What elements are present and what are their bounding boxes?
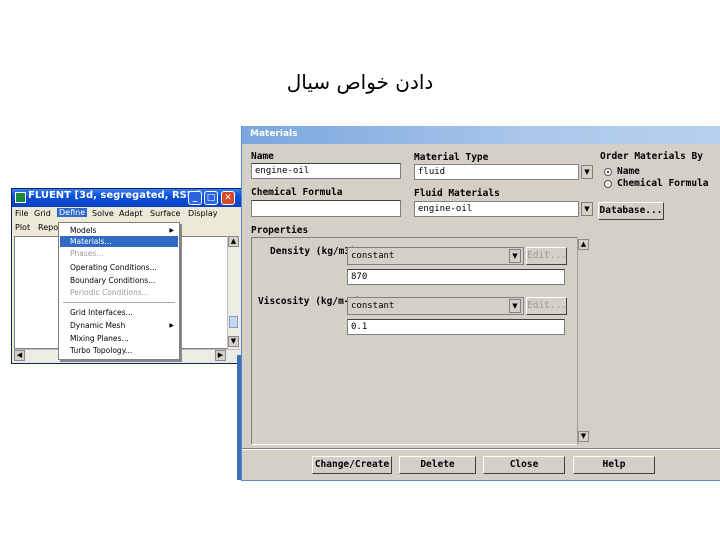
fluid-materials-label: Fluid Materials — [414, 188, 500, 199]
scroll-left-icon[interactable]: ◀ — [14, 350, 25, 361]
menu-item-grid-interfaces[interactable]: Grid Interfaces... — [60, 307, 178, 318]
order-by-name-label: Name — [617, 166, 640, 177]
menu-item-operating-conditions[interactable]: Operating Conditions... — [60, 262, 178, 273]
close-button[interactable]: Close — [483, 456, 565, 474]
maximize-button[interactable]: □ — [204, 191, 218, 205]
fluent-window-title: FLUENT [3d, segregated, RSM] — [28, 190, 202, 201]
menu-item-periodic-conditions: Periodic Conditions... — [70, 288, 149, 297]
properties-scrollbar[interactable]: ▲ ▼ — [577, 237, 590, 445]
button-divider — [242, 448, 720, 450]
scroll-down-icon[interactable]: ▼ — [228, 336, 239, 347]
menu-define[interactable]: Define — [57, 208, 88, 217]
fluent-title-bar[interactable]: FLUENT [3d, segregated, RSM] _ □ ✕ — [12, 189, 242, 207]
menu-item-models[interactable]: Models ▶ — [60, 225, 178, 236]
materials-dialog: Materials Name engine-oil Chemical Formu… — [241, 126, 720, 481]
scroll-right-icon[interactable]: ▶ — [215, 350, 226, 361]
console-vertical-scrollbar[interactable]: ▲ ▼ — [227, 236, 240, 349]
menu-grid[interactable]: Grid — [34, 209, 51, 218]
change-create-button[interactable]: Change/Create — [312, 456, 392, 474]
order-by-label: Order Materials By — [600, 151, 703, 162]
menu-report[interactable]: Repo — [38, 223, 58, 232]
scroll-up-icon[interactable]: ▲ — [228, 236, 239, 247]
order-by-formula-label: Chemical Formula — [617, 178, 709, 189]
menu-plot[interactable]: Plot — [15, 223, 30, 232]
menu-file[interactable]: File — [15, 209, 28, 218]
close-window-button[interactable]: ✕ — [221, 191, 235, 205]
menu-separator — [63, 302, 175, 304]
menu-item-mixing-planes[interactable]: Mixing Planes... — [60, 333, 178, 344]
chevron-down-icon[interactable]: ▼ — [509, 299, 521, 313]
material-type-label: Material Type — [414, 152, 489, 163]
chemical-formula-field[interactable] — [251, 200, 401, 217]
chevron-down-icon[interactable]: ▼ — [509, 249, 521, 263]
scroll-up-icon[interactable]: ▲ — [578, 239, 589, 250]
menu-surface[interactable]: Surface — [150, 209, 180, 218]
chevron-down-icon[interactable]: ▼ — [581, 202, 593, 216]
name-field[interactable]: engine-oil — [251, 163, 401, 179]
chemical-formula-label: Chemical Formula — [251, 187, 343, 198]
minimize-button[interactable]: _ — [188, 191, 202, 205]
materials-title-bar[interactable]: Materials — [242, 126, 720, 144]
material-type-select[interactable]: fluid — [414, 164, 579, 180]
menu-item-boundary-conditions[interactable]: Boundary Conditions... — [60, 275, 178, 286]
help-button[interactable]: Help — [573, 456, 655, 474]
order-by-name-radio[interactable] — [604, 168, 612, 176]
slide-title: دادن خواص سيال — [286, 70, 434, 94]
viscosity-edit-button: Edit... — [526, 297, 567, 315]
properties-label: Properties — [251, 225, 309, 236]
menu-item-dynamic-mesh[interactable]: Dynamic Mesh ▶ — [60, 320, 178, 331]
menu-adapt[interactable]: Adapt — [119, 209, 143, 218]
fluent-menubar: File Grid Define Solve Adapt Surface Dis… — [12, 207, 242, 221]
scroll-thumb[interactable] — [229, 316, 238, 328]
submenu-arrow-icon: ▶ — [169, 227, 174, 234]
viscosity-method-select[interactable]: constant — [347, 297, 524, 315]
viscosity-value-field[interactable]: 0.1 — [347, 319, 565, 335]
delete-button[interactable]: Delete — [399, 456, 476, 474]
menu-item-materials[interactable]: Materials... — [60, 236, 178, 247]
submenu-arrow-icon: ▶ — [169, 322, 174, 329]
fluid-materials-select[interactable]: engine-oil — [414, 201, 579, 217]
density-label: Density (kg/m3) — [270, 246, 356, 257]
name-label: Name — [251, 151, 274, 162]
density-method-select[interactable]: constant — [347, 247, 524, 265]
database-button[interactable]: Database... — [598, 202, 664, 220]
menu-solve[interactable]: Solve — [92, 209, 114, 218]
density-edit-button: Edit... — [526, 247, 567, 265]
scroll-down-icon[interactable]: ▼ — [578, 431, 589, 442]
viscosity-label: Viscosity (kg/m-s) — [258, 296, 361, 307]
density-value-field[interactable]: 870 — [347, 269, 565, 285]
menu-item-turbo-topology[interactable]: Turbo Topology... — [60, 345, 178, 356]
define-menu: Models ▶ Materials... Phases... Operating… — [58, 222, 180, 360]
menu-item-phases: Phases... — [70, 249, 104, 258]
fluent-app-icon — [15, 192, 26, 203]
order-by-formula-radio[interactable] — [604, 180, 612, 188]
materials-title: Materials — [250, 129, 298, 139]
menu-display[interactable]: Display — [188, 209, 218, 218]
chevron-down-icon[interactable]: ▼ — [581, 165, 593, 179]
